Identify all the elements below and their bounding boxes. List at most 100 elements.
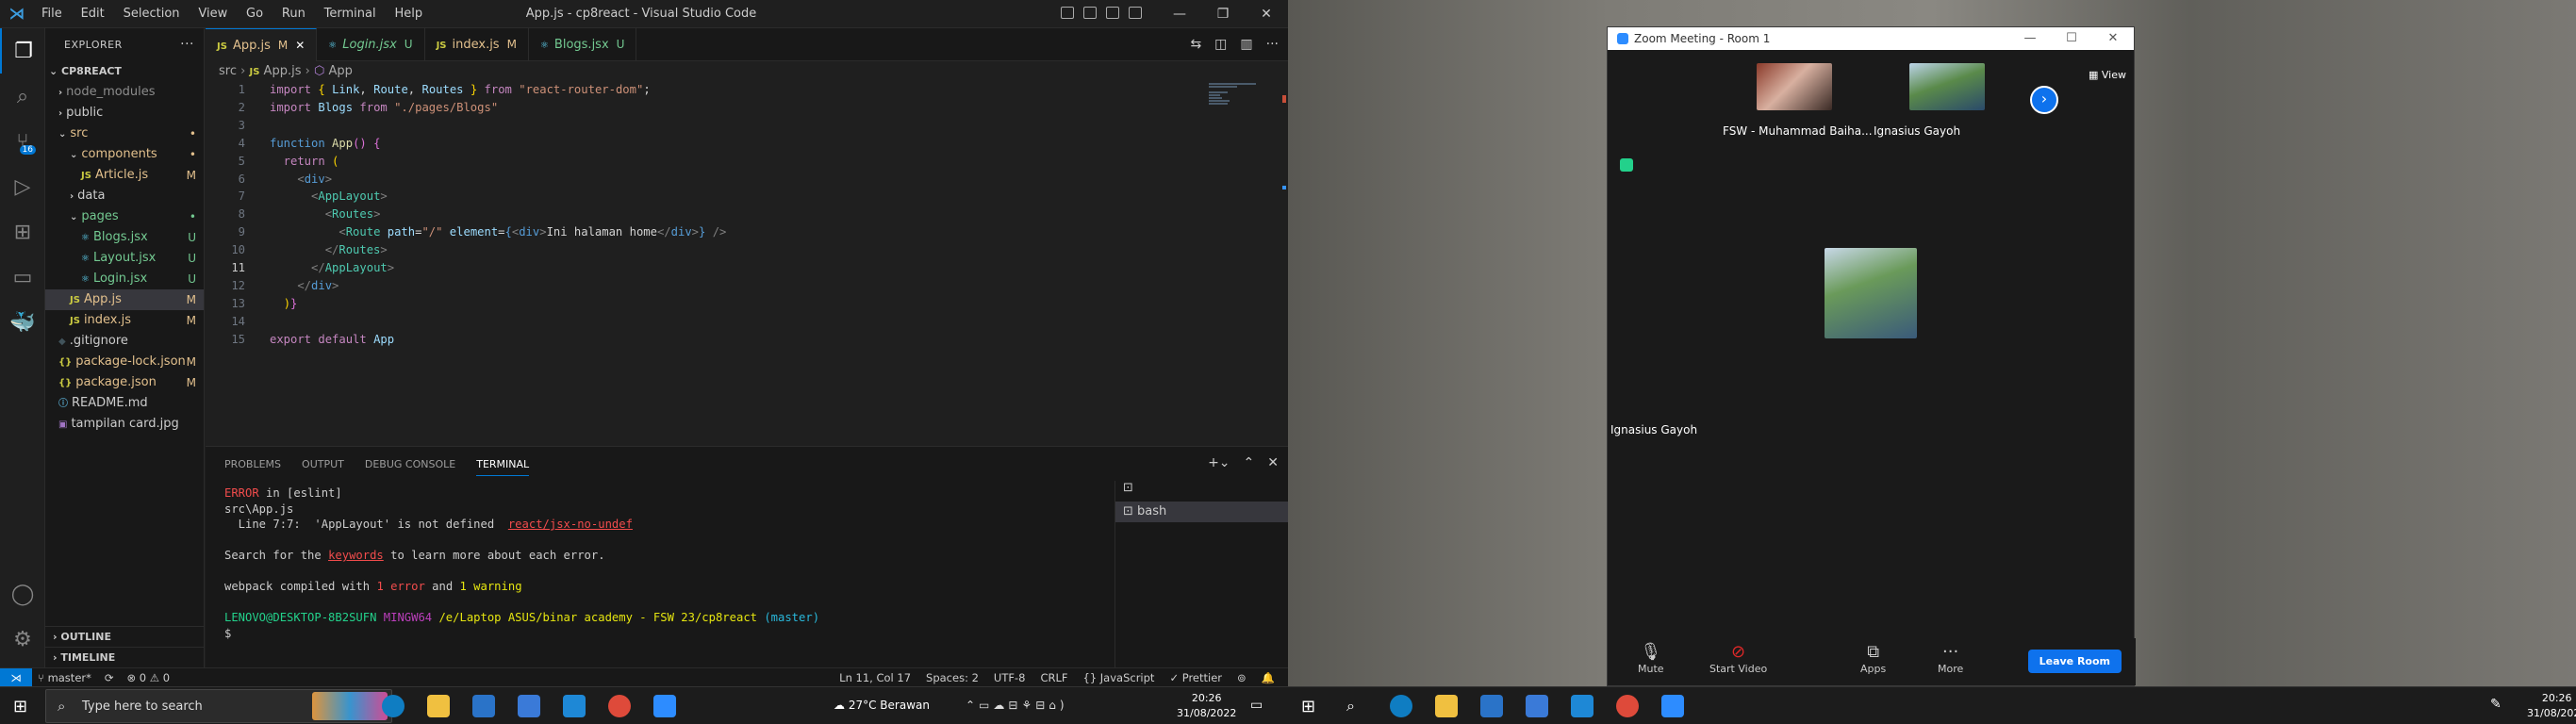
explorer-icon[interactable]: ❐ bbox=[0, 28, 45, 74]
editor-tab[interactable]: JS index.js M bbox=[425, 28, 529, 61]
vscode-taskbar-icon[interactable] bbox=[1571, 695, 1593, 717]
participant-video-thumbnail[interactable] bbox=[1757, 63, 1832, 110]
toggle-sidebar-icon[interactable] bbox=[1061, 7, 1074, 19]
store-icon[interactable] bbox=[518, 695, 540, 717]
source-control-icon[interactable]: ⑂ 16 bbox=[0, 119, 45, 164]
tree-item[interactable]: ⚛ Layout.jsx U bbox=[45, 248, 204, 269]
search-icon[interactable]: ⌕ bbox=[0, 74, 45, 119]
tree-item[interactable]: ⌄ pages • bbox=[45, 206, 204, 227]
remote-explorer-icon[interactable]: ▭ bbox=[0, 255, 45, 300]
run-debug-icon[interactable]: ▷ bbox=[0, 164, 45, 209]
broadcast-icon[interactable]: ⊚ bbox=[1237, 668, 1247, 687]
more-button[interactable]: ··· More bbox=[1938, 642, 1963, 675]
customize-layout-icon[interactable] bbox=[1129, 7, 1142, 19]
close-button[interactable]: ✕ bbox=[1245, 7, 1288, 22]
tree-item[interactable]: JS App.js M bbox=[45, 289, 204, 310]
tree-item[interactable]: › node_modules bbox=[45, 82, 204, 103]
mute-button[interactable]: 🎙 Mute bbox=[1638, 642, 1664, 675]
minimize-button[interactable]: — bbox=[1158, 7, 1201, 22]
menu-item[interactable]: Selection bbox=[116, 7, 188, 21]
menu-item[interactable]: Terminal bbox=[317, 7, 384, 21]
chrome-icon[interactable] bbox=[608, 695, 631, 717]
mail-icon[interactable] bbox=[472, 695, 495, 717]
menu-item[interactable]: Edit bbox=[74, 7, 112, 21]
toggle-secondary-sidebar-icon[interactable] bbox=[1106, 7, 1119, 19]
pen-icon[interactable]: ✎ bbox=[2490, 697, 2502, 712]
sync-icon[interactable]: ⟳ bbox=[105, 668, 114, 687]
menu-item[interactable]: File bbox=[34, 7, 70, 21]
cursor-position[interactable]: Ln 11, Col 17 bbox=[839, 668, 911, 687]
taskbar-clock[interactable]: 20:2631/08/2022 bbox=[1177, 691, 1236, 721]
maximize-panel-icon[interactable]: ⌃ bbox=[1244, 455, 1255, 470]
breadcrumb-item[interactable]: App.js bbox=[264, 64, 302, 78]
editor-tab[interactable]: ⚛ Blogs.jsx U bbox=[529, 28, 637, 61]
timeline-section[interactable]: › TIMELINE bbox=[45, 647, 205, 667]
next-page-button[interactable]: › bbox=[2030, 86, 2058, 114]
new-terminal-icon[interactable]: +⌄ bbox=[1208, 455, 1230, 470]
tree-item[interactable]: ⚛ Login.jsx U bbox=[45, 269, 204, 289]
menu-item[interactable]: View bbox=[190, 7, 235, 21]
tab-problems[interactable]: PROBLEMS bbox=[224, 458, 281, 470]
weather-widget[interactable]: ☁ 27°C Berawan bbox=[834, 699, 930, 712]
start-video-button[interactable]: ⊘ Start Video bbox=[1709, 642, 1767, 675]
terminal-output[interactable]: ERROR in [eslint] src\App.js Line 7:7: 'A… bbox=[224, 486, 1101, 642]
terminal-instance[interactable]: ⊡ bash bbox=[1115, 502, 1288, 522]
outline-section[interactable]: › OUTLINE bbox=[45, 626, 205, 647]
encoding[interactable]: UTF-8 bbox=[994, 668, 1026, 687]
settings-gear-icon[interactable]: ⚙ bbox=[0, 617, 45, 662]
breadcrumb-item[interactable]: App bbox=[328, 64, 352, 78]
language-mode[interactable]: {} JavaScript bbox=[1083, 668, 1155, 687]
tree-item[interactable]: ⓘ README.md bbox=[45, 393, 204, 414]
close-panel-icon[interactable]: ✕ bbox=[1267, 455, 1279, 470]
menu-item[interactable]: Run bbox=[274, 7, 313, 21]
tree-item[interactable]: ⌄ src • bbox=[45, 123, 204, 144]
branch-indicator[interactable]: ⑂ master* bbox=[38, 668, 91, 687]
search-icon[interactable]: ⌕ bbox=[1346, 697, 1355, 716]
vscode-taskbar-icon[interactable] bbox=[563, 695, 586, 717]
leave-room-button[interactable]: Leave Room bbox=[2027, 650, 2122, 673]
zoom-taskbar-icon[interactable] bbox=[653, 695, 676, 717]
account-icon[interactable]: ◯ bbox=[0, 571, 45, 617]
editor-tab[interactable]: JS App.js M ✕ bbox=[206, 28, 318, 61]
tree-item[interactable]: JS Article.js M bbox=[45, 165, 204, 186]
tree-item[interactable]: ◆ .gitignore bbox=[45, 331, 204, 352]
edge-icon[interactable] bbox=[382, 695, 405, 717]
tab-debug-console[interactable]: DEBUG CONSOLE bbox=[365, 458, 455, 470]
file-explorer-icon[interactable] bbox=[427, 695, 450, 717]
prettier-status[interactable]: ✓ Prettier bbox=[1169, 668, 1222, 687]
chrome-icon[interactable] bbox=[1616, 695, 1639, 717]
notifications-bell-icon[interactable]: 🔔 bbox=[1262, 668, 1275, 687]
tree-item[interactable]: JS index.js M bbox=[45, 310, 204, 331]
tab-terminal[interactable]: TERMINAL bbox=[476, 458, 530, 476]
tree-item[interactable]: {} package-lock.json M bbox=[45, 352, 204, 372]
line-ending[interactable]: CRLF bbox=[1040, 668, 1067, 687]
zoom-close-button[interactable]: ✕ bbox=[2092, 27, 2134, 50]
problems-indicator[interactable]: ⊗ 0 ⚠ 0 bbox=[127, 668, 171, 687]
close-tab-icon[interactable]: ✕ bbox=[295, 39, 305, 52]
zoom-maximize-button[interactable]: ☐ bbox=[2051, 27, 2092, 50]
system-tray-icons[interactable]: ⌃▭☁⊟⚘⊟⌂) bbox=[966, 699, 1068, 712]
open-changes-icon[interactable]: ◫ bbox=[1214, 37, 1227, 52]
windows-start-icon[interactable]: ⊞ bbox=[13, 697, 27, 716]
tree-item[interactable]: › public bbox=[45, 103, 204, 123]
breadcrumb-item[interactable]: src bbox=[219, 64, 237, 78]
docker-icon[interactable]: 🐳 bbox=[0, 300, 45, 345]
tree-item[interactable]: ▣ tampilan card.jpg bbox=[45, 414, 204, 435]
tree-item[interactable]: {} package.json M bbox=[45, 372, 204, 393]
store-icon[interactable] bbox=[1526, 695, 1548, 717]
project-folder[interactable]: ⌄ CP8REACT bbox=[45, 61, 204, 82]
view-menu[interactable]: ▦ View bbox=[2089, 69, 2126, 81]
taskbar-search[interactable]: ⌕ Type here to search bbox=[45, 689, 392, 723]
edge-icon[interactable] bbox=[1390, 695, 1412, 717]
editor-tab[interactable]: ⚛ Login.jsx U bbox=[317, 28, 425, 61]
code-editor[interactable]: 1 import { Link, Route, Routes } from "re… bbox=[206, 82, 1288, 446]
toggle-panel-icon[interactable] bbox=[1083, 7, 1097, 19]
more-actions-icon[interactable]: ··· bbox=[1266, 37, 1279, 52]
tree-item[interactable]: ⌄ components • bbox=[45, 144, 204, 165]
file-explorer-icon[interactable] bbox=[1435, 695, 1458, 717]
minimap[interactable] bbox=[1209, 82, 1275, 110]
apps-button[interactable]: ⧉ Apps bbox=[1860, 642, 1886, 675]
tree-item[interactable]: › data bbox=[45, 186, 204, 206]
mail-icon[interactable] bbox=[1480, 695, 1503, 717]
notification-center-icon[interactable]: ▭ bbox=[1250, 698, 1263, 713]
